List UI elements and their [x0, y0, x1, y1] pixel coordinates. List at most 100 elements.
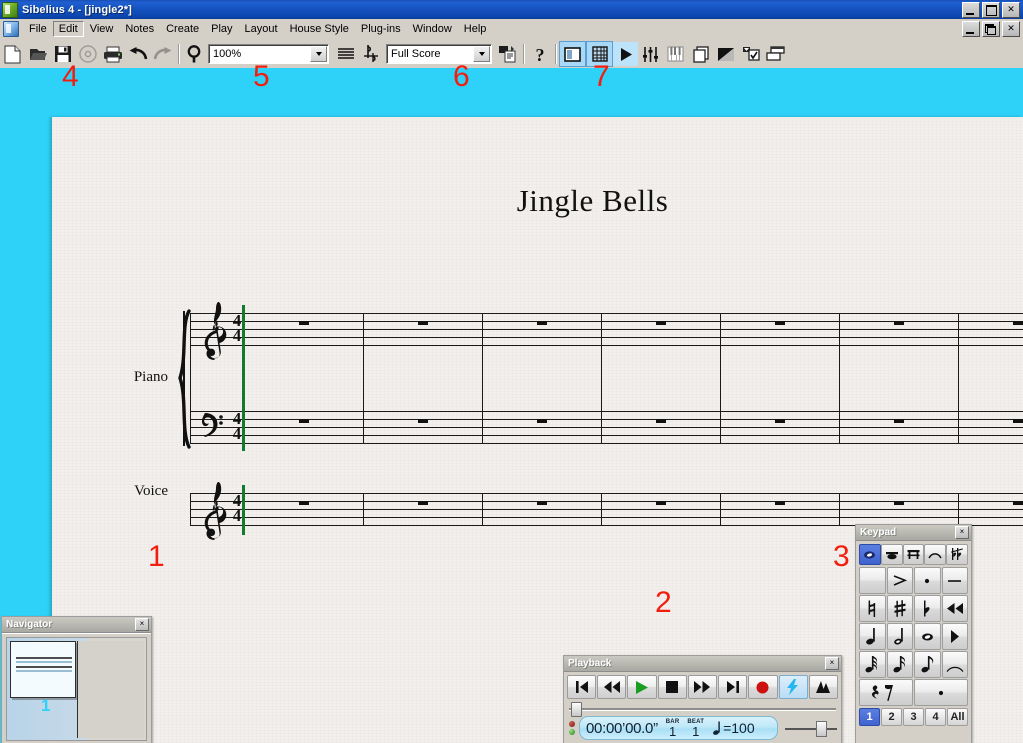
keypad-tab-4[interactable]: 4	[925, 708, 946, 726]
keypad-tab-2[interactable]: 2	[881, 708, 902, 726]
barline[interactable]	[839, 493, 840, 526]
menu-view[interactable]: View	[84, 21, 120, 37]
navigator-pages-area[interactable]: 1	[6, 637, 147, 741]
espressivo-button[interactable]	[808, 675, 838, 699]
live-playback-button[interactable]	[778, 675, 808, 699]
panorama-button[interactable]	[333, 42, 358, 66]
articulation-tab[interactable]	[924, 544, 947, 565]
menu-notes[interactable]: Notes	[119, 21, 160, 37]
tenuto-key[interactable]	[941, 567, 968, 594]
barline[interactable]	[601, 493, 602, 526]
menu-help[interactable]: Help	[458, 21, 493, 37]
parts-window-toggle[interactable]	[688, 42, 713, 66]
navigator-title-bar[interactable]: Navigator ×	[2, 617, 151, 633]
next-note-key[interactable]	[941, 623, 968, 650]
menu-window[interactable]: Window	[407, 21, 458, 37]
whole-bar-rest[interactable]	[775, 501, 785, 505]
navigator-close-icon[interactable]: ×	[135, 618, 149, 631]
minim-key[interactable]	[886, 623, 913, 650]
quaver-key[interactable]	[914, 651, 941, 678]
mixer-toggle[interactable]	[638, 42, 663, 66]
whole-bar-rest[interactable]	[894, 321, 904, 325]
barline[interactable]	[720, 313, 721, 444]
staff-piano-treble[interactable]	[190, 313, 1023, 346]
semiquaver-key[interactable]	[886, 651, 913, 678]
open-score-button[interactable]	[25, 42, 50, 66]
keypad-title-bar[interactable]: Keypad ×	[856, 525, 971, 541]
go-to-end-button[interactable]	[718, 675, 748, 699]
crotchet-key[interactable]	[859, 623, 886, 650]
beams-tremolos-tab[interactable]	[902, 544, 925, 565]
barline[interactable]	[839, 313, 840, 444]
whole-bar-rest[interactable]	[418, 419, 428, 423]
barline[interactable]	[958, 493, 959, 526]
playback-position-slider[interactable]	[569, 702, 836, 717]
whole-bar-rest[interactable]	[418, 321, 428, 325]
minimize-button[interactable]	[962, 2, 980, 18]
keypad-tab-1[interactable]: 1	[859, 708, 880, 726]
menu-file[interactable]: File	[23, 21, 53, 37]
menu-house-style[interactable]: House Style	[284, 21, 355, 37]
playback-lcd-display[interactable]: 00:00’00.0” BAR 1 BEAT 1 =100	[579, 716, 778, 740]
keypad-panel[interactable]: Keypad × 1 2 3 4 All	[855, 524, 972, 743]
keyboard-toggle[interactable]	[663, 42, 688, 66]
flat-key[interactable]	[914, 595, 941, 622]
record-button[interactable]	[748, 675, 778, 699]
menu-play[interactable]: Play	[205, 21, 238, 37]
whole-bar-rest[interactable]	[656, 321, 666, 325]
staff-voice[interactable]	[190, 493, 1023, 526]
playback-toggle[interactable]	[613, 42, 638, 66]
mdi-minimize-button[interactable]	[962, 21, 980, 37]
barline[interactable]	[363, 313, 364, 444]
playback-volume-slider[interactable]	[785, 721, 837, 737]
blank-key[interactable]	[859, 567, 886, 594]
keypad-close-icon[interactable]: ×	[955, 526, 969, 539]
parts-button[interactable]	[495, 42, 520, 66]
navigator-body[interactable]: 1	[2, 633, 151, 743]
whole-bar-rest[interactable]	[656, 501, 666, 505]
navigator-viewport-box[interactable]	[10, 641, 76, 698]
play-button[interactable]	[627, 675, 657, 699]
view-chevron-down-icon[interactable]	[473, 46, 490, 62]
navigator-toggle[interactable]	[559, 41, 586, 67]
dotted-note-key[interactable]	[914, 679, 968, 706]
whole-bar-rest[interactable]	[775, 321, 785, 325]
menu-edit[interactable]: Edit	[52, 21, 84, 37]
stop-button[interactable]	[657, 675, 687, 699]
natural-key[interactable]	[859, 595, 886, 622]
keypad-tab-all[interactable]: All	[947, 708, 968, 726]
whole-bar-rest[interactable]	[418, 501, 428, 505]
volume-thumb[interactable]	[816, 721, 827, 737]
rest-key[interactable]	[859, 679, 913, 706]
undo-button[interactable]	[125, 42, 150, 66]
keypad-tab-3[interactable]: 3	[903, 708, 924, 726]
mdi-restore-button[interactable]	[982, 21, 1000, 37]
print-button[interactable]	[100, 42, 125, 66]
document-icon[interactable]	[3, 21, 19, 37]
more-notes-tab[interactable]	[880, 544, 903, 565]
whole-bar-rest[interactable]	[894, 419, 904, 423]
demisemiquaver-key[interactable]	[859, 651, 886, 678]
barline[interactable]	[958, 313, 959, 444]
playback-title-bar[interactable]: Playback ×	[564, 656, 841, 672]
whole-bar-rest[interactable]	[1013, 501, 1023, 505]
rewind-button[interactable]	[597, 675, 627, 699]
previous-note-key[interactable]	[941, 595, 968, 622]
tie-key[interactable]	[941, 651, 968, 678]
whole-bar-rest[interactable]	[775, 419, 785, 423]
whole-bar-rest[interactable]	[537, 501, 547, 505]
barline[interactable]	[363, 493, 364, 526]
help-button[interactable]: ?	[527, 42, 552, 66]
playback-close-icon[interactable]: ×	[825, 657, 839, 670]
whole-bar-rest[interactable]	[299, 419, 309, 423]
accidentals-tab[interactable]	[946, 544, 968, 565]
close-button[interactable]: ✕	[1002, 2, 1020, 18]
new-score-button[interactable]	[0, 42, 25, 66]
menu-plug-ins[interactable]: Plug-ins	[355, 21, 407, 37]
go-to-start-button[interactable]	[567, 675, 597, 699]
barline[interactable]	[482, 313, 483, 444]
menu-create[interactable]: Create	[160, 21, 205, 37]
barline[interactable]	[720, 493, 721, 526]
whole-bar-rest[interactable]	[1013, 419, 1023, 423]
barline[interactable]	[482, 493, 483, 526]
